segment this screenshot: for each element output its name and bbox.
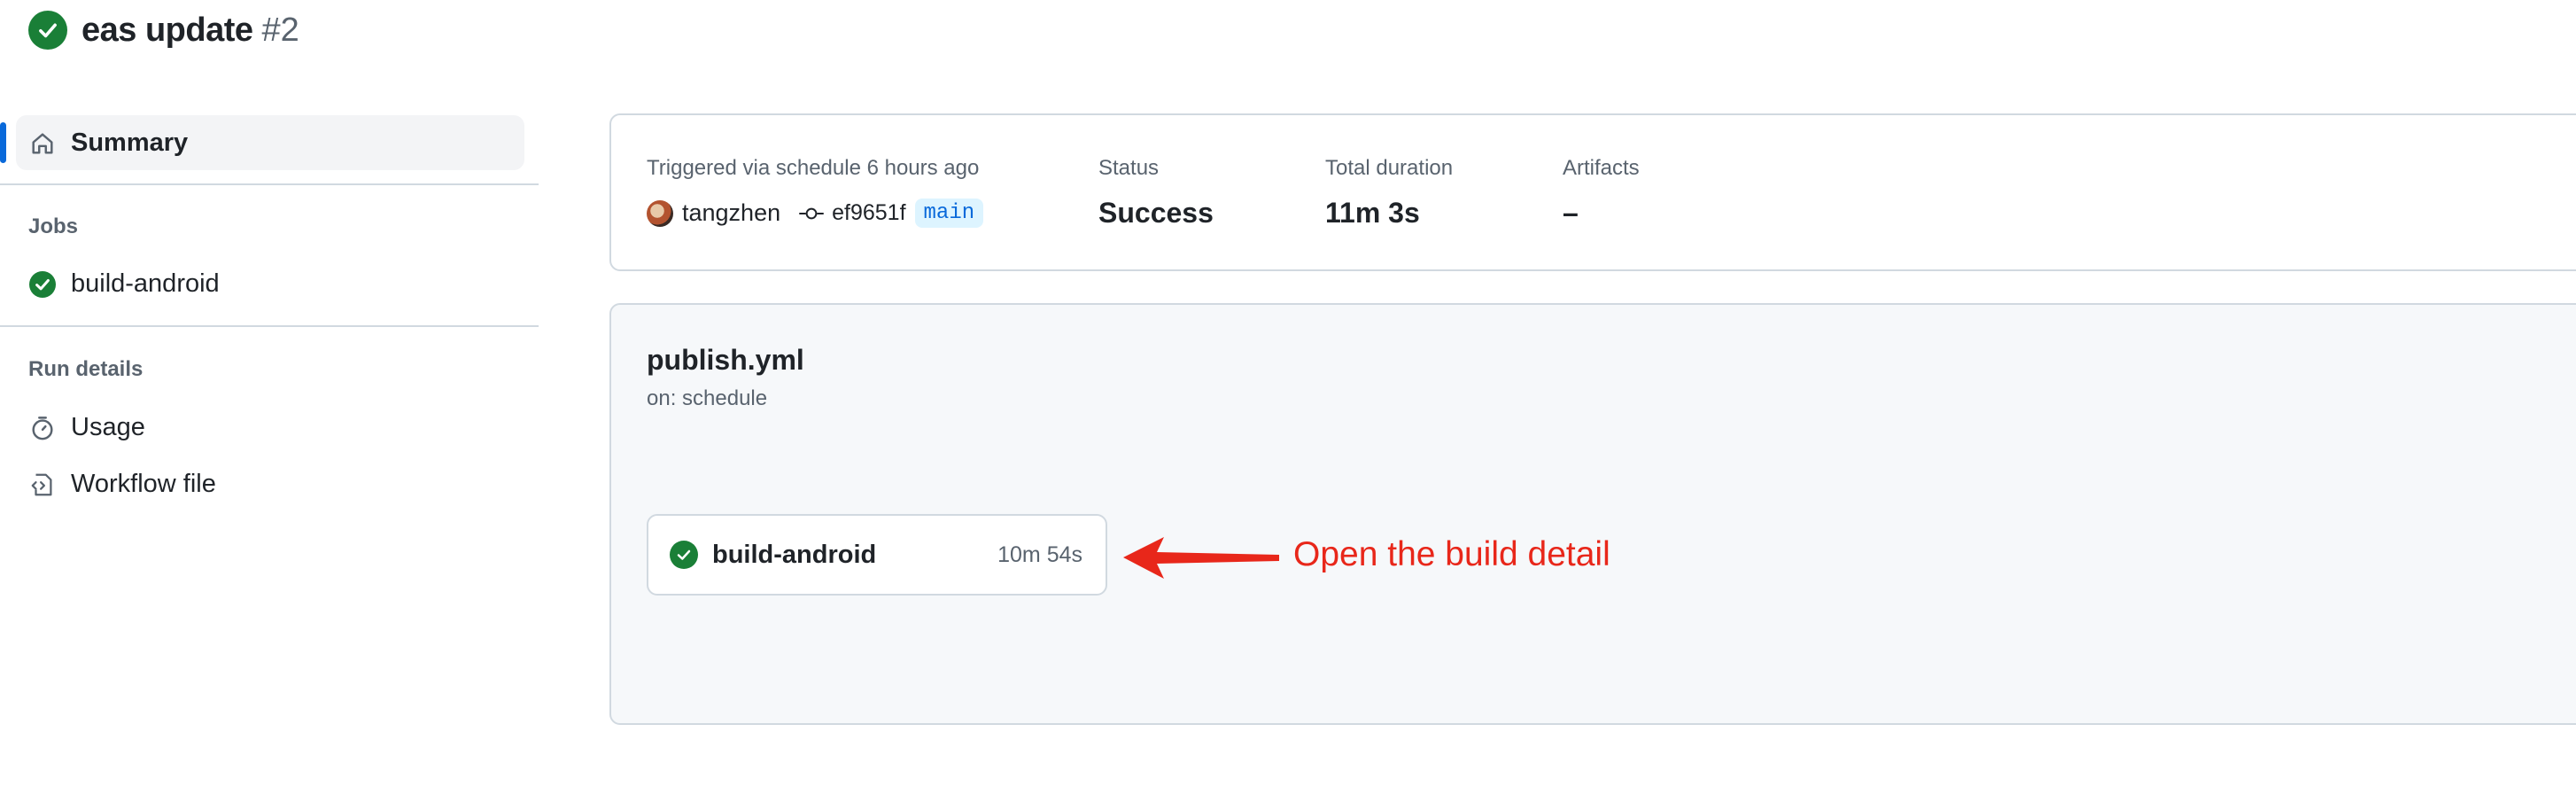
sidebar-item-label: build-android	[71, 269, 220, 298]
commit-sha[interactable]: ef9651f	[832, 200, 905, 226]
sidebar-item-workflow-file[interactable]: Workflow file	[28, 470, 216, 499]
home-icon	[28, 129, 57, 158]
sidebar-item-summary[interactable]: Summary	[0, 115, 524, 170]
status-value: Success	[1098, 197, 1214, 229]
annotation-arrow-icon	[1123, 537, 1279, 579]
page-header: eas update #2	[28, 7, 299, 53]
artifacts-label: Artifacts	[1563, 156, 1640, 180]
duration-label: Total duration	[1325, 156, 1454, 180]
branch-label[interactable]: main	[914, 199, 984, 228]
sidebar-item-label: Summary	[71, 129, 189, 157]
sidebar-item-label: Workflow file	[71, 470, 216, 498]
trigger-details: tangzhen ef9651f main	[647, 199, 984, 228]
sidebar-divider	[0, 183, 539, 185]
active-indicator	[0, 122, 6, 163]
sidebar-item-label: Usage	[71, 413, 145, 441]
git-commit-icon	[798, 205, 825, 222]
status-label: Status	[1098, 156, 1160, 180]
run-summary-card	[609, 113, 2576, 271]
sidebar-item-summary-content: Summary	[28, 129, 188, 158]
annotation-text: Open the build detail	[1293, 535, 1610, 573]
job-name: build-android	[712, 540, 877, 569]
stopwatch-icon	[28, 414, 57, 442]
page-title: eas update	[81, 11, 253, 49]
run-number: #2	[261, 11, 299, 49]
sidebar-divider	[0, 325, 539, 327]
success-check-icon	[28, 11, 67, 50]
file-code-icon	[28, 471, 57, 499]
workflow-name: publish.yml	[647, 344, 804, 376]
run-details-heading: Run details	[28, 357, 144, 381]
job-card-build-android[interactable]: build-android 10m 54s	[647, 514, 1107, 596]
actor-name[interactable]: tangzhen	[682, 199, 780, 227]
avatar	[647, 199, 673, 227]
sidebar-item-usage[interactable]: Usage	[28, 413, 145, 442]
workflow-trigger: on: schedule	[647, 386, 768, 410]
sidebar-item-build-android[interactable]: build-android	[28, 269, 220, 299]
duration-value: 11m 3s	[1325, 197, 1420, 229]
success-check-icon	[670, 541, 698, 569]
trigger-text: Triggered via schedule 6 hours ago	[647, 156, 980, 180]
jobs-heading: Jobs	[28, 214, 79, 238]
job-duration: 10m 54s	[997, 541, 1082, 567]
artifacts-value: –	[1563, 197, 1579, 229]
success-check-icon	[28, 270, 57, 299]
